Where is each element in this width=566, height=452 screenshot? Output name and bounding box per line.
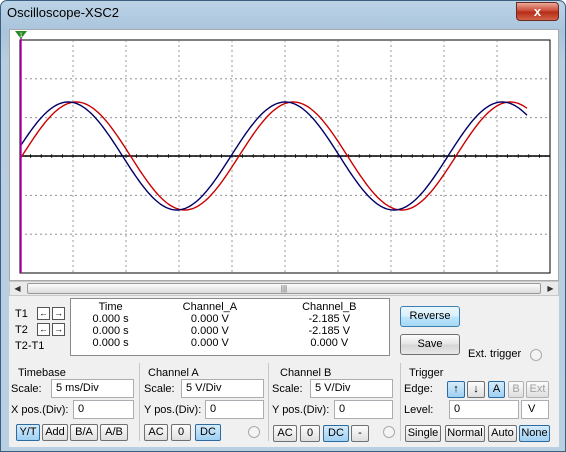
trigger-none-button[interactable]: None (519, 425, 550, 442)
divider (400, 363, 401, 441)
trigger-normal-button[interactable]: Normal (445, 425, 485, 442)
readout-row-t1: 0.000 s 0.000 V -2.185 V (71, 313, 389, 325)
channel-a-ac-button[interactable]: AC (144, 424, 168, 441)
readout-cell: -2.185 V (308, 313, 351, 325)
trigger-source-b-button[interactable]: B (508, 381, 524, 398)
horizontal-scrollbar[interactable]: ◀ ||| ▶ (9, 281, 559, 296)
mode-ab-button[interactable]: A/B (100, 424, 128, 441)
channel-b-ypos-label: Y pos.(Div): (272, 404, 330, 416)
scope-plot: 1 (15, 31, 551, 274)
channel-b-invert-button[interactable]: - (351, 425, 369, 442)
t1-right-button[interactable]: → (52, 307, 65, 320)
channel-b-zero-button[interactable]: 0 (300, 425, 320, 442)
trigger-level-label: Level: (404, 404, 434, 416)
trigger-level-unit[interactable]: V (521, 400, 549, 419)
ext-trigger-label: Ext. trigger (468, 348, 522, 360)
channel-a-scale-label: Scale: (144, 383, 175, 395)
timebase-xpos-field[interactable]: 0 (73, 400, 134, 419)
readout-row-diff: 0.000 s 0.000 V 0.000 V (71, 337, 389, 349)
cursor-controls: T1 ← → T2 ← → T2-T1 (15, 304, 71, 354)
channel-a-ypos-field[interactable]: 0 (205, 400, 264, 419)
t2-t1-label: T2-T1 (15, 340, 45, 352)
channel-a-ypos-label: Y pos.(Div): (144, 404, 202, 416)
trigger-edge-label: Edge: (404, 383, 433, 395)
timebase-xpos-label: X pos.(Div): (11, 404, 69, 416)
channel-b-scale-field[interactable]: 5 V/Div (310, 379, 393, 398)
mode-ba-button[interactable]: B/A (70, 424, 98, 441)
mode-yt-button[interactable]: Y/T (16, 424, 40, 441)
trigger-source-ext-button[interactable]: Ext (526, 381, 549, 398)
channel-a-dc-button[interactable]: DC (195, 424, 221, 441)
channel-a-scale-field[interactable]: 5 V/Div (181, 379, 264, 398)
readout-row-t2: 0.000 s 0.000 V -2.185 V (71, 325, 389, 337)
divider (139, 363, 140, 441)
channel-b-dc-button[interactable]: DC (323, 425, 349, 442)
readout-cell: -2.185 V (308, 325, 351, 337)
readout-cell: 0.000 s (92, 337, 129, 349)
mode-add-button[interactable]: Add (42, 424, 68, 441)
measurement-readout: Time Channel_A Channel_B 0.000 s 0.000 V… (70, 298, 390, 356)
scroll-thumb[interactable]: ||| (27, 283, 541, 294)
timebase-title: Timebase (18, 367, 66, 379)
timebase-scale-field[interactable]: 5 ms/Div (51, 379, 134, 398)
channel-a-title: Channel A (148, 367, 199, 379)
channel-a-zero-button[interactable]: 0 (171, 424, 191, 441)
readout-header-time: Time (98, 301, 123, 313)
readout-cell: 0.000 s (92, 325, 129, 337)
timebase-scale-label: Scale: (11, 383, 42, 395)
readout-cell: 0.000 V (190, 313, 229, 325)
readout-cell: 0.000 V (310, 337, 349, 349)
divider (268, 363, 269, 441)
channel-b-radio[interactable] (383, 426, 395, 438)
edge-rising-icon[interactable]: ↑ (447, 381, 465, 398)
trigger-source-a-button[interactable]: A (488, 381, 505, 398)
edge-falling-icon[interactable]: ↓ (467, 381, 485, 398)
channel-b-ac-button[interactable]: AC (273, 425, 297, 442)
trigger-level-field[interactable]: 0 (449, 400, 519, 419)
trigger-title: Trigger (409, 367, 444, 379)
channel-b-scale-label: Scale: (272, 383, 303, 395)
t2-right-button[interactable]: → (52, 323, 65, 336)
readout-header-channel-b: Channel_B (302, 301, 357, 313)
channel-b-ypos-field[interactable]: 0 (334, 400, 393, 419)
readout-header-channel-a: Channel_A (182, 301, 238, 313)
t1-left-button[interactable]: ← (37, 307, 50, 320)
t2-label: T2 (15, 324, 28, 336)
scroll-right-icon[interactable]: ▶ (543, 282, 558, 295)
window-title: Oscilloscope-XSC2 (7, 5, 119, 20)
readout-cell: 0.000 V (190, 337, 229, 349)
t1-label: T1 (15, 308, 28, 320)
oscilloscope-window: Oscilloscope-XSC2 x 1 ◀ ||| ▶ T1 ← → T2 … (0, 0, 566, 452)
title-bar[interactable]: Oscilloscope-XSC2 x (1, 1, 565, 25)
trigger-auto-button[interactable]: Auto (488, 425, 517, 442)
save-button[interactable]: Save (400, 334, 460, 355)
ext-trigger-radio[interactable] (530, 349, 542, 361)
close-button[interactable]: x (516, 2, 559, 21)
scroll-left-icon[interactable]: ◀ (10, 282, 25, 295)
trigger-single-button[interactable]: Single (405, 425, 441, 442)
channel-b-title: Channel B (280, 367, 332, 379)
reverse-button[interactable]: Reverse (400, 306, 460, 327)
readout-cell: 0.000 V (190, 325, 229, 337)
channel-a-radio[interactable] (248, 426, 260, 438)
readout-cell: 0.000 s (92, 313, 129, 325)
scope-display: 1 (9, 29, 559, 281)
t2-left-button[interactable]: ← (37, 323, 50, 336)
